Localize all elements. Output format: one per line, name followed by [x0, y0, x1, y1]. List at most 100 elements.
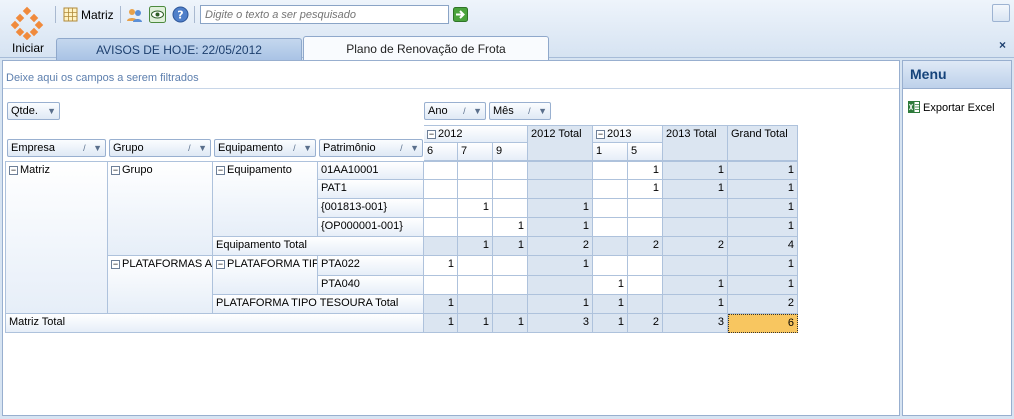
col-header-2012[interactable]: −2012 — [424, 125, 528, 143]
value-cell[interactable] — [458, 161, 493, 180]
value-cell[interactable] — [593, 161, 628, 180]
tab-avisos[interactable]: AVISOS DE HOJE: 22/05/2012 — [56, 38, 302, 60]
help-icon[interactable]: ? — [172, 6, 189, 23]
value-cell[interactable] — [493, 180, 528, 199]
row-field-equipamento[interactable]: Equipamento / ▼ — [214, 139, 316, 157]
go-arrow-icon[interactable] — [453, 7, 468, 22]
value-cell[interactable]: 1 — [728, 199, 798, 218]
value-cell[interactable] — [424, 180, 458, 199]
value-cell[interactable]: 1 — [663, 161, 728, 180]
value-cell[interactable] — [493, 295, 528, 314]
value-cell[interactable] — [593, 237, 628, 256]
grand-total-cell[interactable]: 6 — [728, 314, 798, 333]
row-field-grupo[interactable]: Grupo / ▼ — [109, 139, 211, 157]
collapse-icon[interactable]: − — [9, 166, 18, 175]
value-cell[interactable]: 1 — [458, 314, 493, 333]
collapse-icon[interactable]: − — [111, 166, 120, 175]
company-selector[interactable]: Matriz — [81, 8, 114, 22]
value-cell[interactable]: 2 — [728, 295, 798, 314]
value-cell[interactable] — [663, 199, 728, 218]
value-cell[interactable]: 1 — [493, 218, 528, 237]
value-cell[interactable]: 1 — [593, 314, 628, 333]
value-cell[interactable]: 1 — [628, 180, 663, 199]
value-cell[interactable]: 1 — [728, 256, 798, 276]
collapse-icon[interactable]: − — [427, 130, 436, 139]
row-header-grupo-plataformas[interactable]: −PLATAFORMAS AÉREAS — [108, 256, 213, 314]
value-cell[interactable] — [493, 256, 528, 276]
value-cell[interactable]: 1 — [663, 295, 728, 314]
row-field-empresa[interactable]: Empresa / ▼ — [7, 139, 106, 157]
value-cell[interactable] — [593, 218, 628, 237]
value-cell[interactable] — [458, 218, 493, 237]
value-cell[interactable]: 1 — [528, 295, 593, 314]
value-cell[interactable] — [458, 180, 493, 199]
value-cell[interactable]: 1 — [663, 180, 728, 199]
col-header-2013[interactable]: −2013 — [593, 125, 663, 143]
data-field-qtde[interactable]: Qtde. ▼ — [7, 102, 60, 120]
value-cell[interactable] — [424, 276, 458, 295]
value-cell[interactable]: 1 — [728, 161, 798, 180]
window-menu-button[interactable] — [992, 4, 1010, 22]
value-cell[interactable] — [458, 295, 493, 314]
value-cell[interactable]: 1 — [493, 237, 528, 256]
row-header-equipamento[interactable]: − Equipamento — [213, 161, 318, 237]
row-header-grupo[interactable]: − Grupo — [108, 161, 213, 256]
value-cell[interactable]: 3 — [528, 314, 593, 333]
value-cell[interactable]: 1 — [528, 199, 593, 218]
value-cell[interactable] — [528, 276, 593, 295]
value-cell[interactable] — [628, 199, 663, 218]
value-cell[interactable]: 3 — [663, 314, 728, 333]
value-cell[interactable]: 1 — [424, 314, 458, 333]
value-cell[interactable] — [493, 199, 528, 218]
value-cell[interactable]: 1 — [728, 180, 798, 199]
collapse-icon[interactable]: − — [216, 260, 225, 269]
value-cell[interactable] — [493, 276, 528, 295]
value-cell[interactable]: 1 — [528, 256, 593, 276]
value-cell[interactable] — [424, 218, 458, 237]
value-cell[interactable] — [593, 180, 628, 199]
tab-plano-renovacao[interactable]: Plano de Renovação de Frota — [303, 36, 549, 61]
value-cell[interactable] — [663, 218, 728, 237]
row-header-empresa[interactable]: − Matriz — [5, 161, 108, 314]
column-field-ano[interactable]: Ano / ▼ — [424, 102, 486, 120]
value-cell[interactable]: 1 — [628, 161, 663, 180]
start-label[interactable]: Iniciar — [12, 41, 44, 55]
value-cell[interactable]: 1 — [593, 295, 628, 314]
start-logo-icon[interactable] — [10, 6, 44, 40]
search-input[interactable] — [200, 5, 449, 24]
value-cell[interactable] — [493, 161, 528, 180]
value-cell[interactable] — [628, 256, 663, 276]
value-cell[interactable] — [663, 256, 728, 276]
value-cell[interactable] — [628, 218, 663, 237]
value-cell[interactable]: 1 — [424, 256, 458, 276]
value-cell[interactable]: 1 — [493, 314, 528, 333]
value-cell[interactable]: 2 — [663, 237, 728, 256]
value-cell[interactable] — [458, 256, 493, 276]
value-cell[interactable] — [424, 237, 458, 256]
grid-icon[interactable] — [62, 6, 79, 23]
row-header-plataforma-tesoura[interactable]: −PLATAFORMA TIPO TESOURA — [213, 256, 318, 295]
value-cell[interactable]: 1 — [663, 276, 728, 295]
value-cell[interactable]: 1 — [728, 218, 798, 237]
value-cell[interactable] — [593, 199, 628, 218]
column-field-mes[interactable]: Mês / ▼ — [489, 102, 551, 120]
value-cell[interactable]: 2 — [528, 237, 593, 256]
value-cell[interactable]: 1 — [458, 199, 493, 218]
value-cell[interactable] — [628, 276, 663, 295]
value-cell[interactable]: 2 — [628, 314, 663, 333]
collapse-icon[interactable]: − — [111, 260, 120, 269]
value-cell[interactable]: 1 — [528, 218, 593, 237]
value-cell[interactable] — [528, 180, 593, 199]
value-cell[interactable]: 1 — [593, 276, 628, 295]
value-cell[interactable] — [424, 161, 458, 180]
value-cell[interactable] — [458, 276, 493, 295]
value-cell[interactable]: 1 — [424, 295, 458, 314]
collapse-icon[interactable]: − — [596, 130, 605, 139]
value-cell[interactable] — [424, 199, 458, 218]
collapse-icon[interactable]: − — [216, 166, 225, 175]
users-icon[interactable] — [126, 6, 143, 23]
value-cell[interactable] — [528, 161, 593, 180]
export-excel-menu-item[interactable]: Exportar Excel — [908, 101, 995, 114]
value-cell[interactable] — [628, 295, 663, 314]
value-cell[interactable]: 2 — [628, 237, 663, 256]
